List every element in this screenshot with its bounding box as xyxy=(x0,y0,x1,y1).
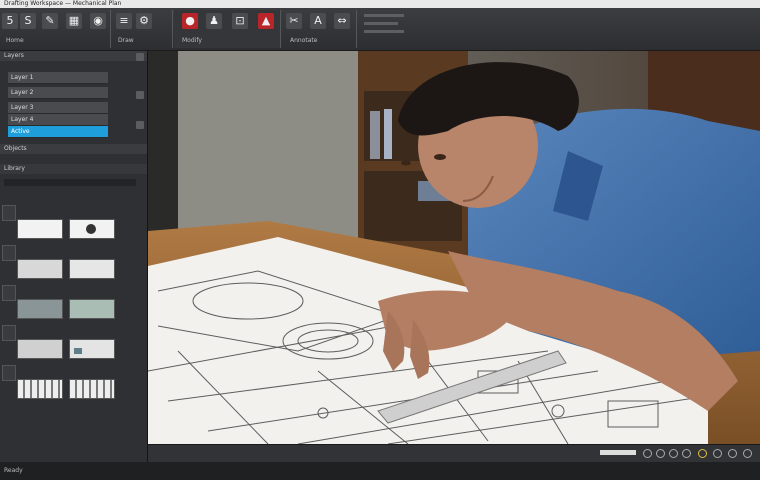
filter-bar[interactable] xyxy=(4,179,136,186)
grid-icon[interactable]: ▦ xyxy=(66,13,82,29)
ribbon-group-draw: ≡ ⚙ Draw xyxy=(112,10,173,48)
ribbon-group-label: Modify xyxy=(182,37,202,44)
lock-icon[interactable]: ⊡ xyxy=(232,13,248,29)
canvas-scene xyxy=(148,51,760,444)
main-canvas[interactable] xyxy=(148,51,760,444)
ribbon-group-label: Draw xyxy=(118,37,134,44)
ribbon-toolbar: 5 S ✎ ▦ ◉ Home ≡ ⚙ Draw ● ♟ ⊡ ▲ Modify ✂… xyxy=(0,8,760,51)
tool-icon[interactable] xyxy=(2,365,16,381)
zoom-out-icon[interactable] xyxy=(656,449,665,458)
tool-icon[interactable] xyxy=(2,325,16,341)
record-icon[interactable]: ● xyxy=(182,13,198,29)
layer-row[interactable]: Layer 3 xyxy=(8,102,108,114)
thumbnail[interactable] xyxy=(17,379,63,399)
ribbon-group-label: Home xyxy=(6,37,24,44)
thumbnail[interactable] xyxy=(17,219,63,239)
zoom-slider[interactable] xyxy=(600,450,636,455)
thumbnail[interactable] xyxy=(69,299,115,319)
scroll-down-icon[interactable] xyxy=(136,121,144,129)
highlight-icon[interactable] xyxy=(698,449,707,458)
tools-icon[interactable]: ✂ xyxy=(286,13,302,29)
left-panel: Layers Layer 1 Layer 2 Layer 3 Layer 4 A… xyxy=(0,51,148,462)
ribbon-group-modify: ● ♟ ⊡ ▲ Modify xyxy=(174,10,281,48)
sub-header: Library xyxy=(0,164,147,174)
sub-header-label: Library xyxy=(4,165,25,172)
ribbon-group-annotate: ✂ A ⇔ Annotate xyxy=(282,10,357,48)
thumbnail[interactable] xyxy=(69,339,115,359)
panel-header-label: Layers xyxy=(4,52,24,59)
alert-icon[interactable]: ▲ xyxy=(258,13,274,29)
ribbon-group-label: Annotate xyxy=(290,37,318,44)
layer-row[interactable]: Layer 2 xyxy=(8,87,108,99)
tool-icon[interactable] xyxy=(2,285,16,301)
thumbnail-grid xyxy=(17,205,119,403)
layer-row[interactable]: Layer 4 xyxy=(8,114,108,126)
pen-icon[interactable]: ✎ xyxy=(42,13,58,29)
close-icon[interactable] xyxy=(136,53,144,61)
new-file-icon[interactable]: 5 xyxy=(2,13,18,29)
layer-row-selected[interactable]: Active xyxy=(8,126,108,138)
measure-icon[interactable]: ⇔ xyxy=(334,13,350,29)
tool-icon[interactable] xyxy=(2,245,16,261)
layers-icon[interactable]: ≡ xyxy=(116,13,132,29)
thumbnail[interactable] xyxy=(17,299,63,319)
settings-icon[interactable] xyxy=(743,449,752,458)
status-text: Ready xyxy=(4,467,23,474)
user-icon[interactable]: ♟ xyxy=(206,13,222,29)
title-bar: Drafting Workspace — Mechanical Plan xyxy=(0,0,760,8)
thumbnail[interactable] xyxy=(17,339,63,359)
panel-header: Layers xyxy=(0,51,147,61)
settings-icon[interactable]: ⚙ xyxy=(136,13,152,29)
scroll-up-icon[interactable] xyxy=(136,91,144,99)
thumbnail[interactable] xyxy=(69,379,115,399)
window-title: Drafting Workspace — Mechanical Plan xyxy=(4,0,122,7)
text-icon[interactable]: A xyxy=(310,13,326,29)
ribbon-group-extra xyxy=(358,10,418,48)
save-icon[interactable]: S xyxy=(20,13,36,29)
section-header: Objects xyxy=(0,144,147,154)
snap-icon[interactable] xyxy=(728,449,737,458)
canvas-toolbar xyxy=(148,444,760,462)
camera-icon[interactable]: ◉ xyxy=(90,13,106,29)
tool-icon[interactable] xyxy=(2,205,16,221)
pan-icon[interactable] xyxy=(682,449,691,458)
thumbnail[interactable] xyxy=(69,219,115,239)
layer-row[interactable]: Layer 1 xyxy=(8,72,108,84)
status-bar: Ready xyxy=(0,462,760,480)
ribbon-group-home: 5 S ✎ ▦ ◉ Home xyxy=(0,10,111,48)
fit-icon[interactable] xyxy=(669,449,678,458)
section-header-label: Objects xyxy=(4,145,27,152)
thumbnail[interactable] xyxy=(69,259,115,279)
zoom-in-icon[interactable] xyxy=(643,449,652,458)
thumbnail[interactable] xyxy=(17,259,63,279)
grid-toggle-icon[interactable] xyxy=(713,449,722,458)
